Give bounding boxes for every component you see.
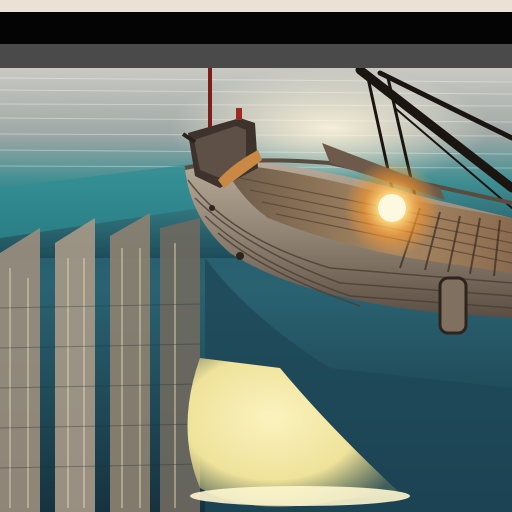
top-strip <box>0 0 512 12</box>
boat-sunset-image <box>0 68 512 512</box>
toolbar-band <box>0 12 512 44</box>
separator-band <box>0 44 512 68</box>
